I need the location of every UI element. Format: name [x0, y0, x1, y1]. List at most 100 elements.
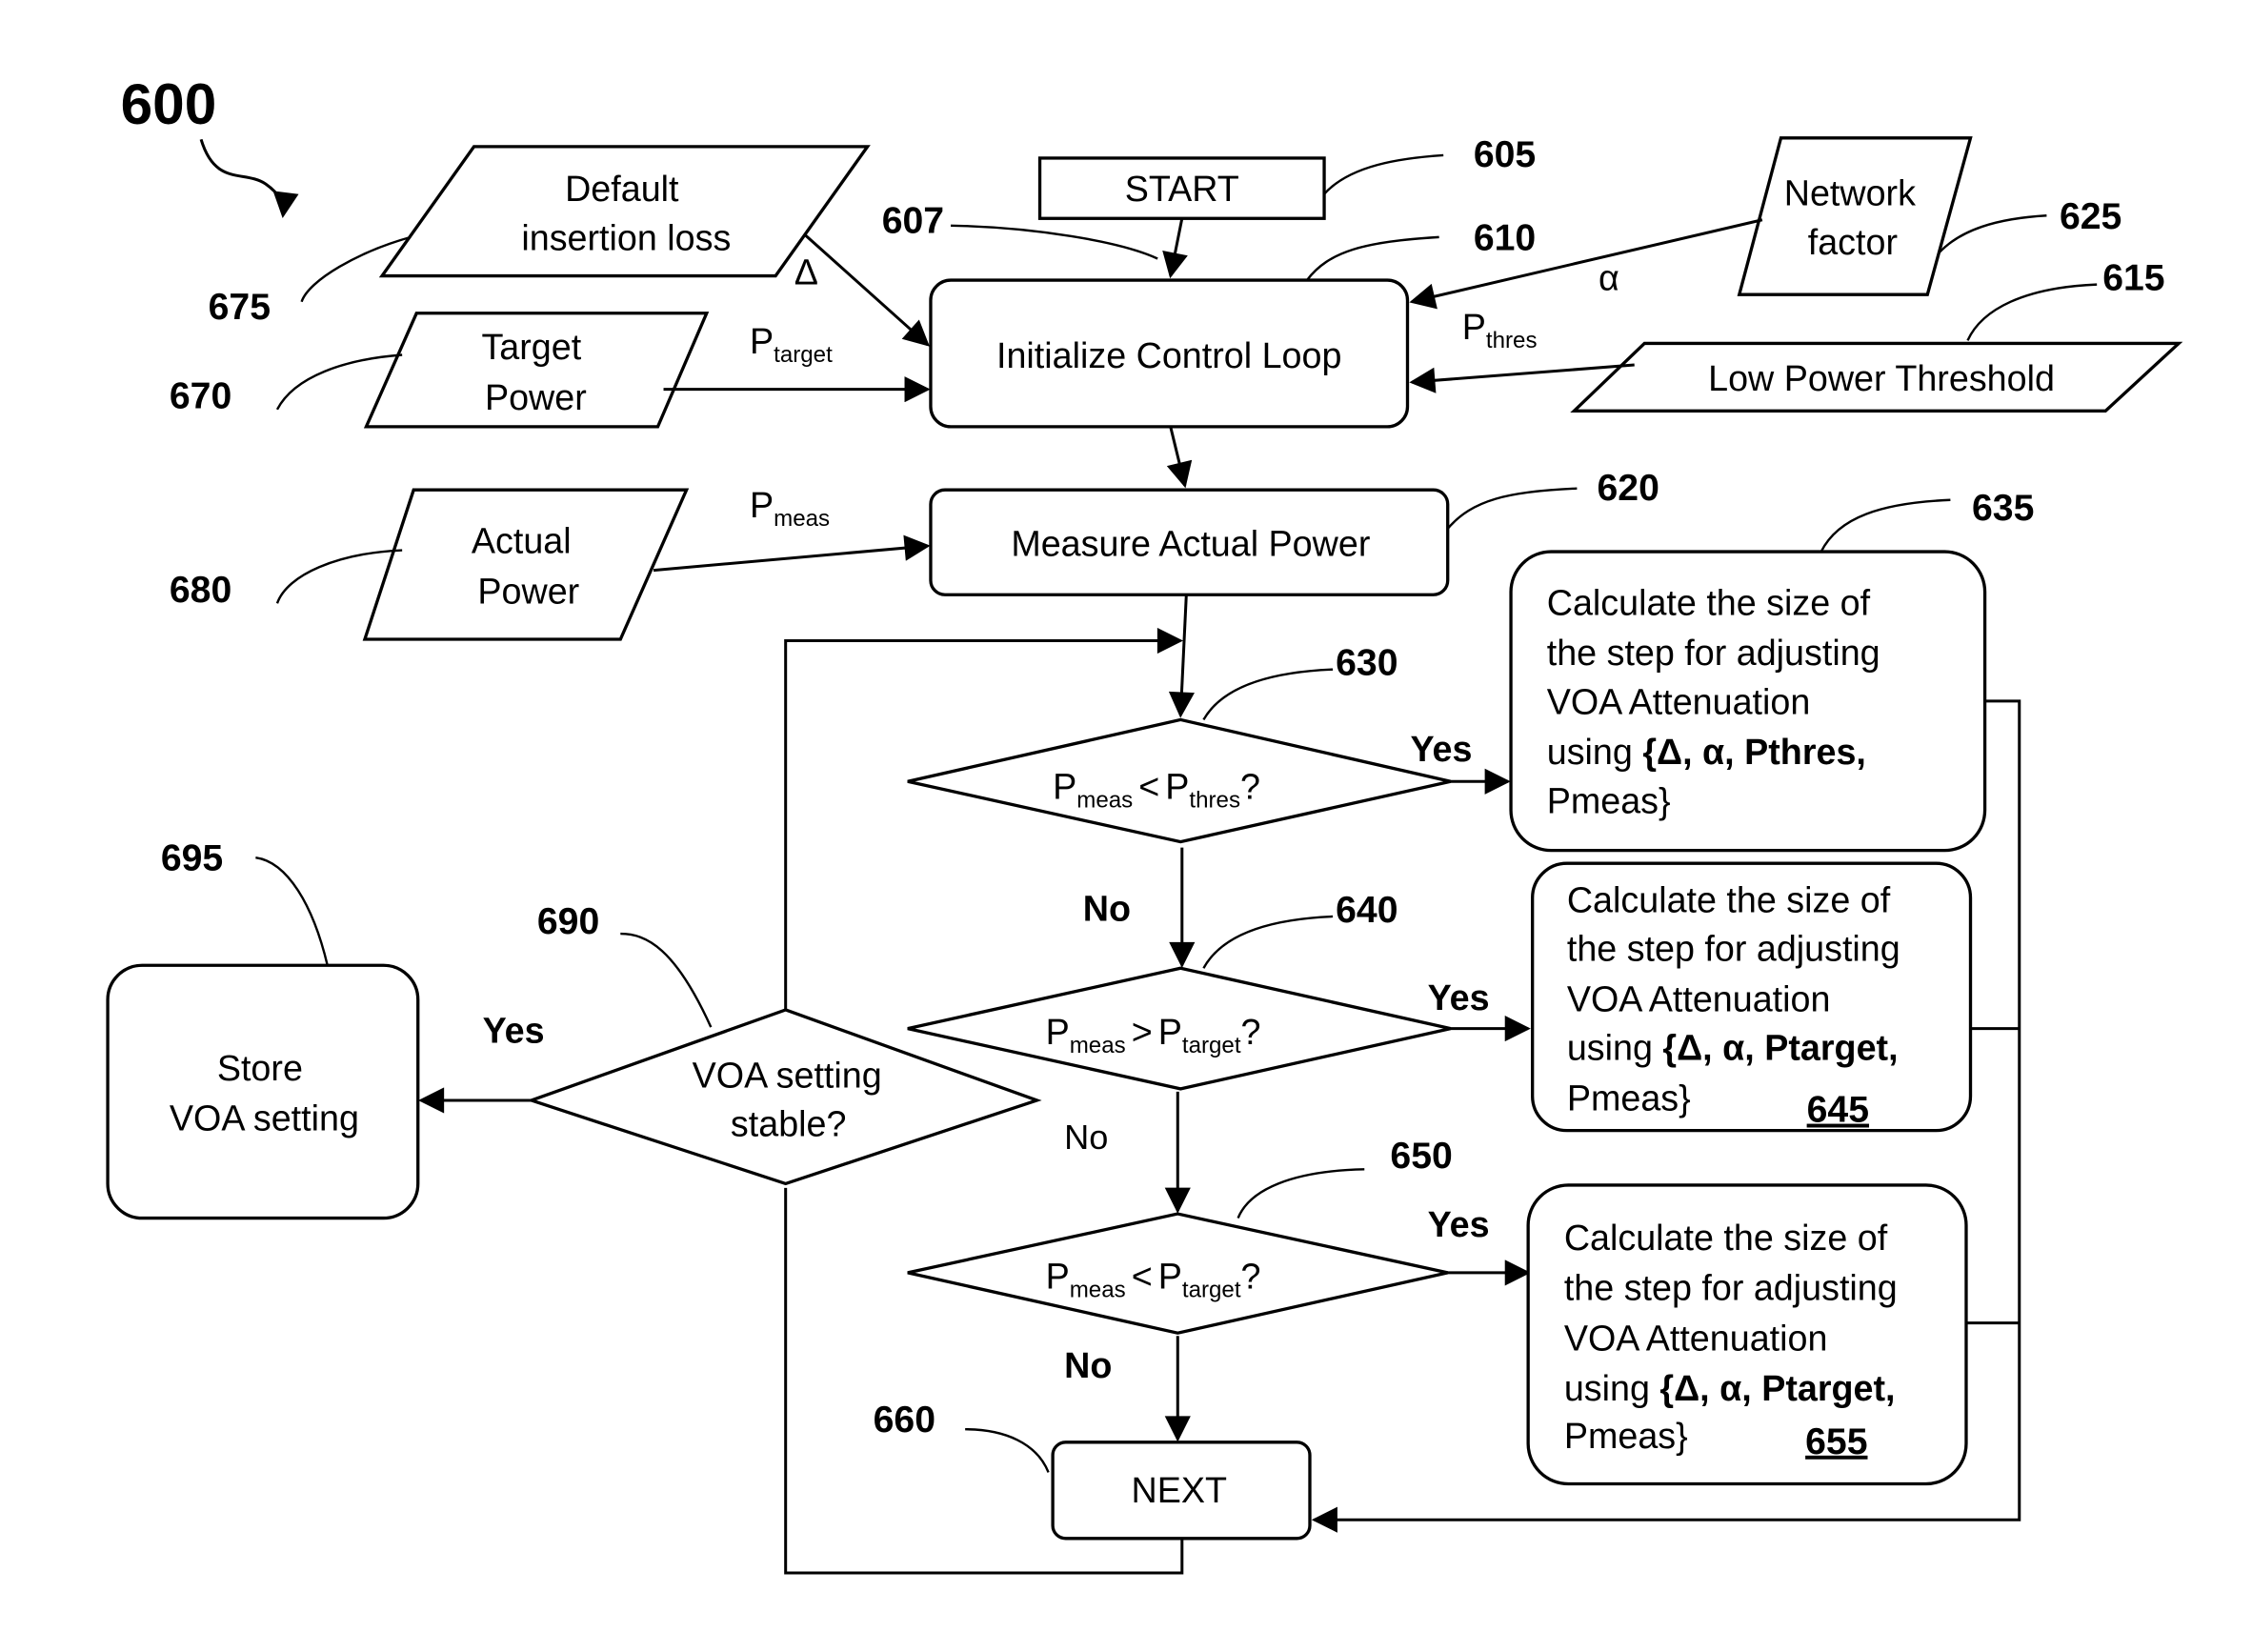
figure-ref-600: 600	[121, 71, 217, 136]
measure-actual-power-node: Measure Actual Power	[929, 488, 1450, 596]
calc-655-line1: Calculate the size of	[1564, 1218, 1888, 1258]
start-label: START	[1125, 169, 1239, 209]
decision-pmeas-gt-ptarget: Pmeas > Ptarget?	[907, 966, 1452, 1091]
ref-670: 670	[170, 375, 231, 416]
calc-635-line2: the step for adjusting	[1547, 633, 1880, 673]
decision-pmeas-lt-pthres: Pmeas < Pthres?	[907, 717, 1452, 844]
calc-645-line3: VOA Attenuation	[1567, 978, 1831, 1018]
edge-label-alpha: α	[1599, 258, 1619, 298]
calc-645-line1: Calculate the size of	[1567, 879, 1891, 919]
ref-660: 660	[874, 1400, 935, 1440]
leader-640	[1202, 915, 1334, 969]
init-label: Initialize Control Loop	[996, 335, 1341, 375]
leader-605	[1323, 153, 1444, 195]
network-factor-input: Network factor	[1737, 136, 1973, 296]
leader-650	[1237, 1168, 1365, 1219]
ref-610: 610	[1474, 217, 1536, 258]
calc-655-line5: Pmeas}	[1564, 1416, 1688, 1456]
calc-645-line2: the step for adjusting	[1567, 929, 1900, 969]
no-label-640: No	[1064, 1118, 1108, 1157]
edge-label-pmeas: Pmeas	[750, 485, 830, 532]
calc-635-line4: using {Δ, α, Pthres,	[1547, 732, 1866, 772]
flowchart-600: 600 START 605 607 Initialize Control Loo…	[106, 71, 2183, 1575]
yes-label-650: Yes	[1428, 1204, 1490, 1244]
calc-635-line1: Calculate the size of	[1547, 582, 1871, 622]
ref-680: 680	[170, 570, 231, 611]
edge-label-delta: Δ	[794, 252, 818, 292]
edge-pthres-to-init	[1409, 363, 1635, 393]
calc-645-line4: using {Δ, α, Ptarget,	[1567, 1028, 1899, 1068]
calc-step-pthres-node: Calculate the size of the step for adjus…	[1509, 550, 1987, 853]
calc-step-ptarget-low-node: Calculate the size of the step for adjus…	[1526, 1183, 1968, 1486]
init-control-loop-node: Initialize Control Loop	[929, 278, 1410, 429]
target-power-line1: Target	[481, 327, 581, 367]
target-power-line2: Power	[485, 377, 587, 417]
decision-pmeas-lt-ptarget: Pmeas < Ptarget?	[907, 1212, 1449, 1335]
ref-620: 620	[1598, 468, 1659, 509]
yes-label-640: Yes	[1428, 977, 1490, 1017]
ref-607: 607	[882, 200, 944, 241]
leader-635	[1820, 498, 1951, 553]
figure-pointer-arrow	[199, 138, 299, 218]
ref-615: 615	[2102, 258, 2164, 299]
yes-label-690: Yes	[483, 1011, 545, 1051]
calc-655-line4: using {Δ, α, Ptarget,	[1564, 1368, 1896, 1408]
start-node: START	[1037, 156, 1326, 220]
ref-635: 635	[1972, 488, 2034, 529]
ref-690: 690	[537, 901, 599, 942]
ref-675: 675	[209, 287, 271, 328]
leader-620	[1446, 487, 1578, 530]
leader-610	[1305, 235, 1439, 281]
ref-650: 650	[1390, 1136, 1452, 1177]
calc-655-line2: the step for adjusting	[1564, 1268, 1898, 1308]
default-insertion-loss-line2: insertion loss	[521, 217, 731, 257]
calc-step-ptarget-high-node: Calculate the size of the step for adjus…	[1531, 861, 1973, 1133]
no-label-630: No	[1083, 889, 1131, 929]
ref-640: 640	[1336, 890, 1397, 931]
calc-645-line5: Pmeas}	[1567, 1078, 1691, 1118]
edge-init-to-measure	[1166, 426, 1193, 489]
leader-625	[1938, 214, 2047, 254]
leader-630	[1202, 668, 1334, 721]
next-label: NEXT	[1132, 1470, 1228, 1510]
network-factor-line1: Network	[1784, 173, 1916, 213]
low-power-threshold-input: Low Power Threshold	[1570, 341, 2183, 413]
ref-655: 655	[1805, 1421, 1867, 1462]
yes-label-630: Yes	[1411, 729, 1473, 769]
no-label-650: No	[1064, 1345, 1112, 1385]
store-voa-line1: Store	[217, 1048, 303, 1088]
calc-655-line3: VOA Attenuation	[1564, 1318, 1828, 1358]
low-power-threshold-label: Low Power Threshold	[1708, 358, 2055, 398]
calc-635-line5: Pmeas}	[1547, 780, 1671, 820]
edge-delta-to-init	[803, 232, 930, 347]
store-voa-setting-node: Store VOA setting	[106, 963, 420, 1220]
edge-alpha-to-init	[1409, 218, 1763, 310]
actual-power-input: Actual Power	[362, 488, 690, 641]
actual-power-line2: Power	[477, 571, 579, 611]
ref-605: 605	[1474, 134, 1536, 175]
measure-label: Measure Actual Power	[1011, 524, 1370, 564]
next-node: NEXT	[1051, 1440, 1312, 1541]
target-power-input: Target Power	[363, 312, 710, 429]
voa-stable-line1: VOA setting	[693, 1055, 882, 1095]
ref-625: 625	[2060, 196, 2121, 237]
leader-607	[951, 224, 1158, 260]
ref-695: 695	[161, 838, 223, 879]
leader-660	[965, 1428, 1050, 1473]
edge-measure-to-decision-thres	[1168, 594, 1196, 718]
leader-695	[255, 856, 329, 966]
edge-pmeas-to-measure	[653, 534, 931, 573]
edge-label-pthres: Pthres	[1462, 307, 1538, 353]
edge-label-ptarget: Ptarget	[750, 321, 833, 368]
network-factor-line2: factor	[1808, 222, 1898, 262]
store-voa-line2: VOA setting	[170, 1098, 359, 1138]
leader-615	[1966, 283, 2098, 341]
ref-630: 630	[1336, 643, 1397, 684]
default-insertion-loss-line1: Default	[565, 169, 679, 209]
leader-690	[620, 932, 713, 1028]
voa-stable-line2: stable?	[731, 1104, 847, 1144]
ref-645: 645	[1807, 1090, 1869, 1131]
actual-power-line1: Actual	[472, 521, 572, 561]
calc-635-line3: VOA Attenuation	[1547, 681, 1811, 721]
edge-start-to-init	[1162, 217, 1188, 279]
